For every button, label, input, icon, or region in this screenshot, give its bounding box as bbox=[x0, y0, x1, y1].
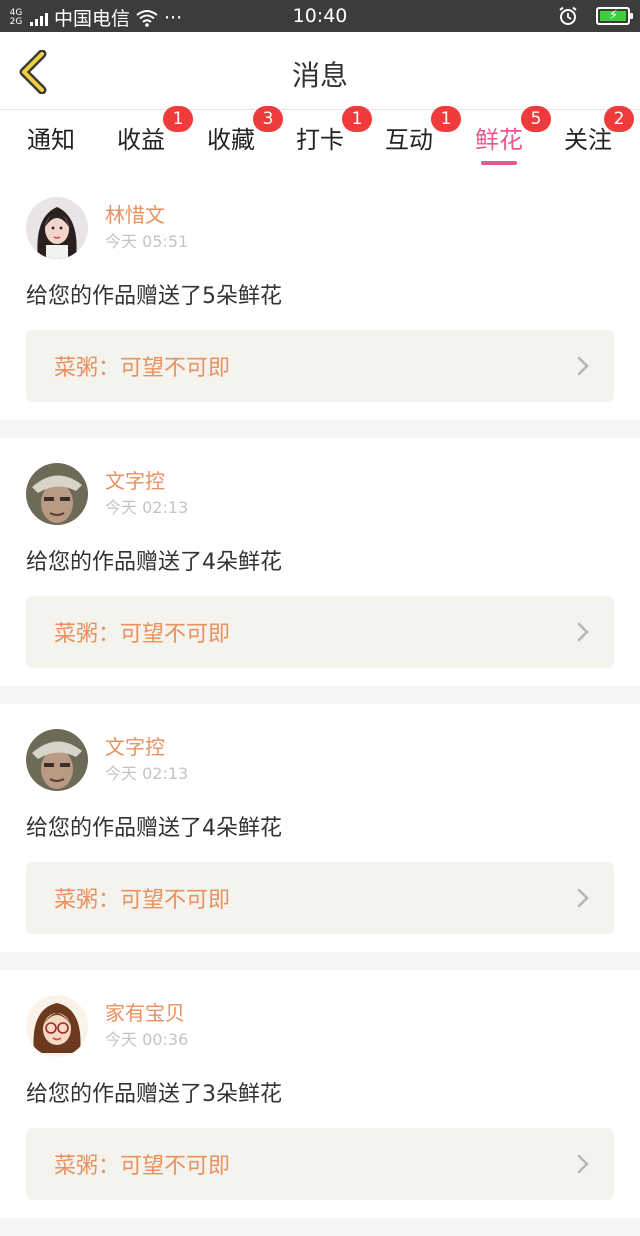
tab-notifications[interactable]: 通知 bbox=[21, 120, 81, 155]
list-item: 文字控 今天 02:13 给您的作品赠送了4朵鲜花 菜粥：可望不可即 bbox=[0, 438, 640, 686]
tab-following[interactable]: 关注 2 bbox=[558, 106, 634, 155]
timestamp: 今天 02:13 bbox=[105, 764, 189, 783]
page-title: 消息 bbox=[291, 59, 348, 92]
work-link[interactable]: 菜粥：可望不可即 bbox=[26, 1128, 614, 1200]
work-title: 菜粥：可望不可即 bbox=[54, 888, 231, 913]
work-title: 菜粥：可望不可即 bbox=[54, 622, 231, 647]
tab-earnings[interactable]: 收益 1 bbox=[111, 106, 193, 155]
list-item: 林惜文 今天 05:51 给您的作品赠送了5朵鲜花 菜粥：可望不可即 bbox=[0, 172, 640, 420]
count-badge: 5 bbox=[521, 106, 551, 132]
count-badge: 3 bbox=[253, 106, 283, 132]
tab-label: 通知 bbox=[27, 126, 75, 154]
chevron-right-icon bbox=[577, 622, 589, 642]
tab-flowers[interactable]: 鲜花 5 bbox=[469, 106, 551, 165]
count-badge: 1 bbox=[431, 106, 461, 132]
tab-indicator bbox=[481, 161, 517, 165]
work-title: 菜粥：可望不可即 bbox=[54, 1154, 231, 1179]
avatar[interactable] bbox=[26, 463, 88, 525]
tab-label: 鲜花 bbox=[475, 126, 523, 154]
count-badge: 1 bbox=[342, 106, 372, 132]
list-item: 家有宝贝 今天 00:36 给您的作品赠送了3朵鲜花 菜粥：可望不可即 bbox=[0, 970, 640, 1218]
tab-label: 打卡 bbox=[296, 126, 344, 154]
timestamp: 今天 02:13 bbox=[105, 498, 189, 517]
tab-label: 收益 bbox=[117, 126, 165, 154]
work-link[interactable]: 菜粥：可望不可即 bbox=[26, 330, 614, 402]
avatar[interactable] bbox=[26, 197, 88, 259]
chevron-right-icon bbox=[577, 1154, 589, 1174]
navigation-bar: 消息 bbox=[0, 32, 640, 110]
tab-favorites[interactable]: 收藏 3 bbox=[201, 106, 283, 155]
battery-icon: ⚡ bbox=[596, 7, 633, 25]
list-item: 文字控 今天 02:13 给您的作品赠送了4朵鲜花 菜粥：可望不可即 bbox=[0, 704, 640, 952]
work-title: 菜粥：可望不可即 bbox=[54, 356, 231, 381]
tab-interactions[interactable]: 互动 1 bbox=[379, 106, 461, 155]
message-list: 林惜文 今天 05:51 给您的作品赠送了5朵鲜花 菜粥：可望不可即 文字控 今… bbox=[0, 172, 640, 1236]
work-link[interactable]: 菜粥：可望不可即 bbox=[26, 596, 614, 668]
avatar[interactable] bbox=[26, 995, 88, 1057]
status-time: 10:40 bbox=[292, 5, 348, 27]
username[interactable]: 林惜文 bbox=[105, 201, 188, 229]
tab-label: 互动 bbox=[385, 126, 433, 154]
tab-label: 收藏 bbox=[207, 126, 255, 154]
username[interactable]: 家有宝贝 bbox=[105, 999, 188, 1027]
avatar[interactable] bbox=[26, 729, 88, 791]
tab-checkin[interactable]: 打卡 1 bbox=[290, 106, 372, 155]
chevron-right-icon bbox=[577, 888, 589, 908]
chevron-right-icon bbox=[577, 356, 589, 376]
timestamp: 今天 05:51 bbox=[105, 232, 189, 251]
tab-label: 关注 bbox=[564, 126, 612, 154]
message-text: 给您的作品赠送了3朵鲜花 bbox=[26, 1082, 282, 1107]
timestamp: 今天 00:36 bbox=[105, 1030, 189, 1049]
message-text: 给您的作品赠送了5朵鲜花 bbox=[26, 284, 282, 309]
count-badge: 2 bbox=[604, 106, 634, 132]
username[interactable]: 文字控 bbox=[105, 467, 188, 495]
count-badge: 1 bbox=[163, 106, 193, 132]
tab-bar: 通知 收益 1 收藏 3 打卡 1 互动 1 鲜花 5 关注 2 bbox=[0, 106, 640, 172]
alarm-icon bbox=[559, 6, 577, 25]
status-bar: 4G 2G 中国电信 ··· 10:40 ⚡ bbox=[0, 0, 640, 32]
work-link[interactable]: 菜粥：可望不可即 bbox=[26, 862, 614, 934]
message-text: 给您的作品赠送了4朵鲜花 bbox=[26, 550, 282, 575]
username[interactable]: 文字控 bbox=[105, 733, 188, 761]
message-text: 给您的作品赠送了4朵鲜花 bbox=[26, 816, 282, 841]
